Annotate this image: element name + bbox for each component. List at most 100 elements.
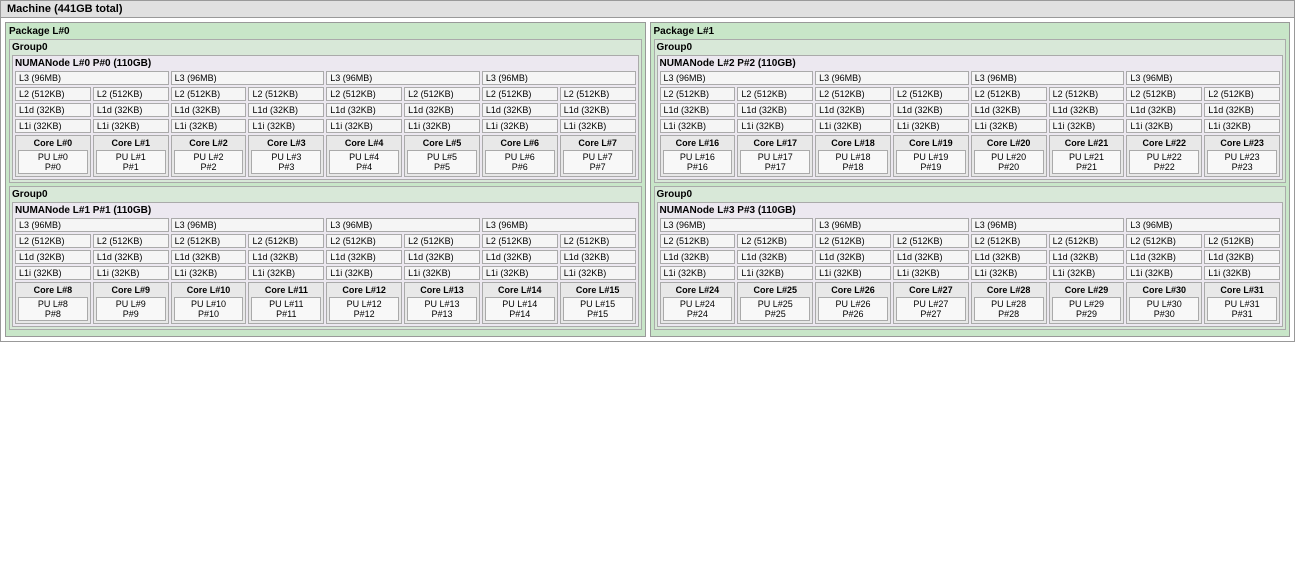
core-block: Core L#8 PU L#8 P#8 [15,282,91,324]
core-title: Core L#23 [1207,138,1277,148]
pu-block: PU L#9 P#9 [96,297,166,321]
core-title: Core L#25 [740,285,810,295]
package-title: Package L#1 [654,26,1287,37]
l1i-cell: L1i (32KB) [1204,119,1280,133]
l2-cell: L2 (512KB) [1126,234,1202,248]
l2-cell: L2 (512KB) [15,87,91,101]
l3-cell: L3 (96MB) [326,71,480,85]
l1i-row: L1i (32KB)L1i (32KB)L1i (32KB)L1i (32KB)… [660,266,1281,280]
pu-block: PU L#7 P#7 [563,150,633,174]
pu-block: PU L#22 P#22 [1129,150,1199,174]
l1d-cell: L1d (32KB) [93,103,169,117]
l1d-cell: L1d (32KB) [15,103,91,117]
core-block: Core L#18 PU L#18 P#18 [815,135,891,177]
l1d-row: L1d (32KB)L1d (32KB)L1d (32KB)L1d (32KB)… [15,250,636,264]
l1i-cell: L1i (32KB) [971,119,1047,133]
core-block: Core L#12PU L#12 P#12 [326,282,402,324]
l1i-cell: L1i (32KB) [560,266,636,280]
l2-cell: L2 (512KB) [1049,234,1125,248]
pu-block: PU L#18 P#18 [818,150,888,174]
l1d-cell: L1d (32KB) [326,250,402,264]
core-title: Core L#8 [18,285,88,295]
l1i-cell: L1i (32KB) [93,266,169,280]
l2-cell: L2 (512KB) [1204,234,1280,248]
core-title: Core L#18 [818,138,888,148]
core-title: Core L#10 [174,285,244,295]
pu-block: PU L#8 P#8 [18,297,88,321]
machine-container: Machine (441GB total) Package L#0Group0N… [0,0,1295,342]
package-title: Package L#0 [9,26,642,37]
l2-cell: L2 (512KB) [815,234,891,248]
core-title: Core L#16 [663,138,733,148]
core-block: Core L#22 PU L#22 P#22 [1126,135,1202,177]
l1d-cell: L1d (32KB) [971,250,1047,264]
l2-cell: L2 (512KB) [560,87,636,101]
pu-block: PU L#25 P#25 [740,297,810,321]
core-title: Core L#22 [1129,138,1199,148]
pu-block: PU L#14 P#14 [485,297,555,321]
l1i-cell: L1i (32KB) [1126,266,1202,280]
l3-row: L3 (96MB)L3 (96MB)L3 (96MB)L3 (96MB) [660,218,1281,232]
core-block: Core L#9 PU L#9 P#9 [93,282,169,324]
core-title: Core L#3 [251,138,321,148]
core-block: Core L#10PU L#10 P#10 [171,282,247,324]
l1d-cell: L1d (32KB) [1049,103,1125,117]
group-title: Group0 [657,189,1284,200]
l2-cell: L2 (512KB) [171,87,247,101]
l2-cell: L2 (512KB) [93,87,169,101]
l1d-row: L1d (32KB)L1d (32KB)L1d (32KB)L1d (32KB)… [660,250,1281,264]
core-block: Core L#11PU L#11 P#11 [248,282,324,324]
cores-row: Core L#8PU L#8 P#8Core L#9PU L#9 P#9Core… [15,282,636,324]
core-title: Core L#2 [174,138,244,148]
l2-cell: L2 (512KB) [737,234,813,248]
core-title: Core L#11 [251,285,321,295]
l1d-cell: L1d (32KB) [971,103,1047,117]
l2-cell: L2 (512KB) [326,234,402,248]
l1d-cell: L1d (32KB) [482,103,558,117]
l3-cell: L3 (96MB) [971,71,1125,85]
l3-cell: L3 (96MB) [15,218,169,232]
l1d-cell: L1d (32KB) [171,103,247,117]
l2-cell: L2 (512KB) [248,87,324,101]
l1i-cell: L1i (32KB) [326,119,402,133]
l1i-cell: L1i (32KB) [893,119,969,133]
core-block: Core L#6PU L#6 P#6 [482,135,558,177]
l1i-row: L1i (32KB)L1i (32KB)L1i (32KB)L1i (32KB)… [660,119,1281,133]
core-title: Core L#30 [1129,285,1199,295]
core-title: Core L#4 [329,138,399,148]
group-title: Group0 [657,42,1284,53]
core-title: Core L#9 [96,285,166,295]
l1d-cell: L1d (32KB) [660,250,736,264]
numa-node: NUMANode L#1 P#1 (110GB)L3 (96MB)L3 (96M… [12,202,639,327]
l1i-cell: L1i (32KB) [1204,266,1280,280]
l3-cell: L3 (96MB) [171,218,325,232]
numa-node: NUMANode L#0 P#0 (110GB)L3 (96MB)L3 (96M… [12,55,639,180]
l2-cell: L2 (512KB) [248,234,324,248]
group: Group0 NUMANode L#2 P#2 (110GB) L3 (96MB) L… [654,39,1287,183]
l1d-cell: L1d (32KB) [482,250,558,264]
l1i-cell: L1i (32KB) [893,266,969,280]
l3-cell: L3 (96MB) [660,218,814,232]
core-block: Core L#4PU L#4 P#4 [326,135,402,177]
core-title: Core L#13 [407,285,477,295]
pu-block: PU L#6 P#6 [485,150,555,174]
core-title: Core L#7 [563,138,633,148]
pu-block: PU L#5 P#5 [407,150,477,174]
l1d-cell: L1d (32KB) [171,250,247,264]
l1d-row: L1d (32KB)L1d (32KB)L1d (32KB)L1d (32KB)… [15,103,636,117]
core-block: Core L#30PU L#30 P#30 [1126,282,1202,324]
core-block: Core L#31PU L#31 P#31 [1204,282,1280,324]
l1i-cell: L1i (32KB) [815,119,891,133]
group: Group0NUMANode L#1 P#1 (110GB)L3 (96MB)L… [9,186,642,330]
l2-cell: L2 (512KB) [404,234,480,248]
pu-block: PU L#0 P#0 [18,150,88,174]
l1d-cell: L1d (32KB) [93,250,169,264]
numa-title: NUMANode L#3 P#3 (110GB) [660,205,1281,216]
pu-block: PU L#17 P#17 [740,150,810,174]
l1i-cell: L1i (32KB) [404,119,480,133]
core-title: Core L#29 [1052,285,1122,295]
l2-cell: L2 (512KB) [326,87,402,101]
numa-title: NUMANode L#2 P#2 (110GB) [660,58,1281,69]
pu-block: PU L#15 P#15 [563,297,633,321]
package: Package L#1 Group0 NUMANode L#2 P#2 (110GB… [650,22,1291,337]
